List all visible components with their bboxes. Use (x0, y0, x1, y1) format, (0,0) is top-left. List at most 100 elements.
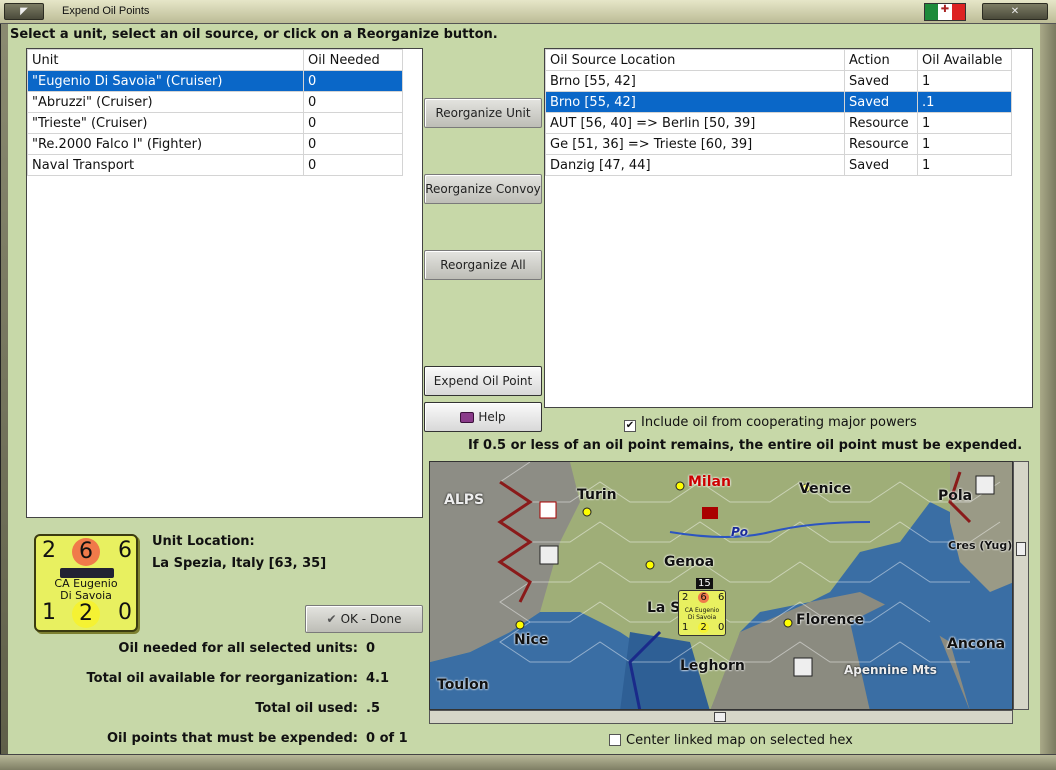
source-location-cell: Ge [51, 36] => Trieste [60, 39] (545, 133, 845, 155)
source-action-cell: Saved (844, 91, 918, 113)
mini-counter-name1: CA Eugenio (684, 607, 720, 614)
help-book-icon (460, 411, 475, 423)
window-menu-button[interactable]: ◤ (4, 3, 44, 20)
reorganize-unit-button[interactable]: Reorganize Unit (424, 98, 542, 128)
oil-source-row[interactable]: Ge [51, 36] => Trieste [60, 39] Resource 1 (545, 133, 1012, 155)
source-action-cell: Saved (844, 154, 918, 176)
source-available-cell: 1 (917, 112, 1012, 134)
source-location-cell: Brno [55, 42] (545, 91, 845, 113)
help-label: Help (478, 410, 506, 424)
source-available-cell: 1 (917, 133, 1012, 155)
map-label-nice: Nice (514, 632, 549, 648)
reorganize-all-button[interactable]: Reorganize All (424, 250, 542, 280)
counter-bot-mid: 2 (72, 600, 100, 628)
counter-bot-left: 1 (42, 600, 56, 625)
stat-must-expend-value: 0 of 1 (366, 731, 408, 746)
reorganize-convoy-button[interactable]: Reorganize Convoy (424, 174, 542, 204)
counter-top-right: 6 (118, 538, 132, 563)
help-button[interactable]: Help (424, 402, 542, 432)
mini-counter-tl: 2 (682, 592, 689, 603)
include-oil-checkbox[interactable]: ✔ (624, 420, 636, 432)
map-stack-count: 15 (696, 578, 713, 589)
map-label-alps: ALPS (444, 492, 485, 508)
center-map-option[interactable]: Center linked map on selected hex (609, 733, 853, 748)
unit-name-cell: "Abruzzi" (Cruiser) (27, 91, 304, 113)
ok-done-label: OK - Done (340, 612, 402, 626)
stat-total-used-value: .5 (366, 701, 380, 716)
oil-source-row[interactable]: AUT [56, 40] => Berlin [50, 39] Resource 1 (545, 112, 1012, 134)
stat-total-used-label: Total oil used: (255, 701, 358, 716)
expend-oil-point-label: Expend Oil Point (433, 374, 533, 388)
mini-counter-bl: 1 (682, 622, 689, 633)
unit-location-label: Unit Location: (152, 534, 255, 549)
map-label-leghorn: Leghorn (680, 658, 745, 674)
column-header-action[interactable]: Action (844, 49, 918, 71)
include-oil-option[interactable]: ✔ Include oil from cooperating major powe… (624, 415, 917, 432)
map-label-florence: Florence (796, 612, 865, 628)
source-action-cell: Saved (844, 70, 918, 92)
unit-row[interactable]: "Abruzzi" (Cruiser) 0 (27, 91, 403, 113)
mini-counter-tm: 6 (698, 592, 709, 603)
unit-counter: 2 6 6 CA Eugenio Di Savoia 1 2 0 (34, 534, 138, 632)
instruction-text: Select a unit, select an oil source, or … (10, 27, 498, 42)
map-label-turin: Turin (577, 487, 617, 503)
title-bar: ◤ Expend Oil Points ✚ ✕ (0, 0, 1056, 24)
map-label-cres: Cres (Yug) (948, 539, 1013, 552)
close-button[interactable]: ✕ (982, 3, 1048, 20)
map-hscroll-thumb[interactable] (714, 712, 726, 722)
unit-name-cell: "Re.2000 Falco I" (Fighter) (27, 133, 304, 155)
center-map-label: Center linked map on selected hex (626, 733, 853, 748)
center-map-checkbox[interactable] (609, 734, 621, 746)
unit-oil-cell: 0 (303, 154, 403, 176)
map-vertical-scrollbar[interactable] (1013, 461, 1029, 710)
map-selected-unit-counter[interactable]: 2 6 6 CA Eugenio Di Savoia 1 2 0 (678, 590, 726, 636)
include-oil-label: Include oil from cooperating major power… (641, 415, 917, 430)
units-list[interactable]: Unit Oil Needed "Eugenio Di Savoia" (Cru… (26, 48, 423, 518)
column-header-oil-needed[interactable]: Oil Needed (303, 49, 403, 71)
unit-oil-cell: 0 (303, 70, 403, 92)
column-header-oil-available[interactable]: Oil Available (917, 49, 1012, 71)
source-location-cell: Danzig [47, 44] (545, 154, 845, 176)
map-label-pola: Pola (938, 488, 973, 504)
expend-oil-point-button[interactable]: Expend Oil Point (424, 366, 542, 396)
map-label-ancona: Ancona (947, 636, 1006, 652)
unit-row[interactable]: "Re.2000 Falco I" (Fighter) 0 (27, 133, 403, 155)
mini-counter-tr: 6 (718, 592, 725, 603)
oil-sources-list[interactable]: Oil Source Location Action Oil Available… (544, 48, 1033, 408)
source-action-cell: Resource (844, 112, 918, 134)
oil-source-row[interactable]: Brno [55, 42] Saved .1 (545, 91, 1012, 113)
cruiser-silhouette-icon (60, 568, 114, 578)
mini-counter-name: CA Eugenio Di Savoia (679, 607, 725, 621)
unit-row[interactable]: "Trieste" (Cruiser) 0 (27, 112, 403, 134)
column-header-location[interactable]: Oil Source Location (545, 49, 845, 71)
map-horizontal-scrollbar[interactable] (429, 710, 1013, 724)
mini-counter-bm: 2 (698, 622, 709, 633)
source-location-cell: Brno [55, 42] (545, 70, 845, 92)
oil-sources-table: Oil Source Location Action Oil Available… (545, 49, 1012, 176)
oil-source-row[interactable]: Brno [55, 42] Saved 1 (545, 70, 1012, 92)
stat-oil-needed-value: 0 (366, 641, 376, 656)
ok-done-button[interactable]: ✔ OK - Done (305, 605, 423, 633)
unit-oil-cell: 0 (303, 91, 403, 113)
unit-oil-cell: 0 (303, 112, 403, 134)
unit-name-cell: "Trieste" (Cruiser) (27, 112, 304, 134)
oil-source-row[interactable]: Danzig [47, 44] Saved 1 (545, 154, 1012, 176)
map-label-milan: Milan (688, 474, 731, 490)
reorganize-unit-label: Reorganize Unit (435, 106, 531, 120)
mini-counter-name2: Di Savoia (687, 614, 717, 621)
map-vscroll-thumb[interactable] (1016, 542, 1026, 556)
source-action-cell: Resource (844, 133, 918, 155)
italy-flag-icon: ✚ (924, 3, 966, 21)
source-available-cell: 1 (917, 70, 1012, 92)
unit-name-cell: "Eugenio Di Savoia" (Cruiser) (27, 70, 304, 92)
map-label-apennine: Apennine Mts (844, 663, 937, 677)
sources-header-row: Oil Source Location Action Oil Available (545, 49, 1012, 71)
linked-map[interactable]: ALPS Turin Milan Venice Pola Cres (Yug) … (429, 461, 1013, 710)
unit-row[interactable]: "Eugenio Di Savoia" (Cruiser) 0 (27, 70, 403, 92)
map-label-po: Po (731, 525, 749, 539)
column-header-unit[interactable]: Unit (27, 49, 304, 71)
unit-row[interactable]: Naval Transport 0 (27, 154, 403, 176)
unit-name-cell: Naval Transport (27, 154, 304, 176)
window-right-border (1040, 24, 1056, 754)
checkmark-icon: ✔ (326, 612, 337, 626)
